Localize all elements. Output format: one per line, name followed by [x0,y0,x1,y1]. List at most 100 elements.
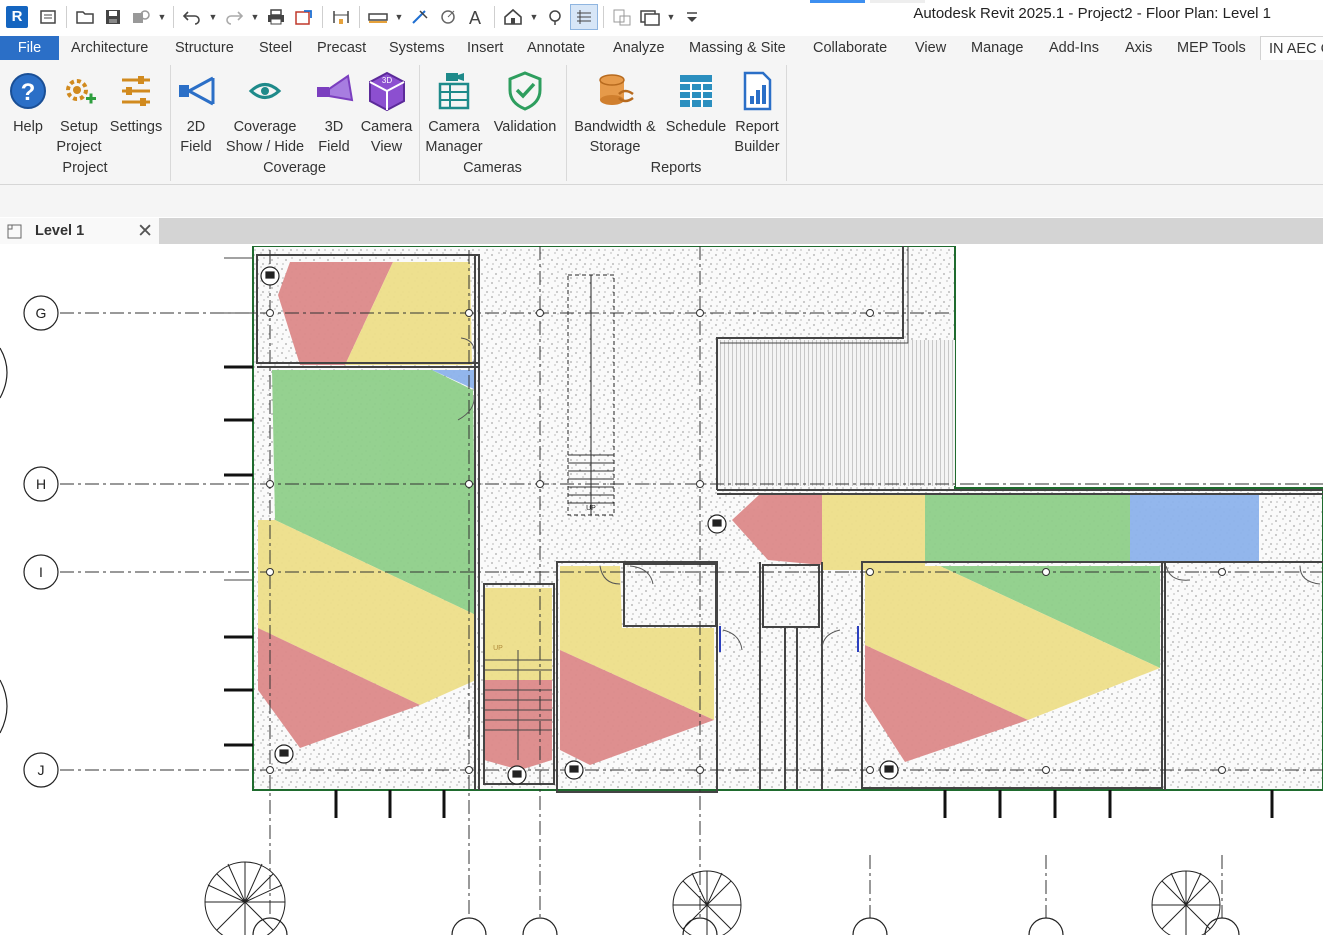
camera-manager-button[interactable]: Camera Manager [423,66,485,157]
tab-massing-site[interactable]: Massing & Site [689,36,786,60]
schedule-icon [680,75,712,107]
shield-check-icon [508,71,542,111]
camera-view-button[interactable]: 3D Camera View [359,66,414,157]
storage-icon [599,74,634,105]
svg-text:I: I [39,564,43,580]
ribbon-panel: ? Help Setup Project Settings Project 2D… [0,60,1323,185]
tab-collaborate[interactable]: Collaborate [813,36,887,60]
print-icon[interactable] [263,5,289,29]
help-button[interactable]: ? Help [5,66,51,137]
sync-dropdown-icon[interactable]: ▼ [156,5,168,29]
report-icon [743,71,772,111]
svg-text:?: ? [21,79,36,106]
svg-text:G: G [36,305,47,321]
svg-text:J: J [38,762,45,778]
view-tab-label: Level 1 [35,223,85,239]
redo-dropdown-icon[interactable]: ▼ [249,5,261,29]
options-bar [0,185,1323,217]
tab-systems[interactable]: Systems [389,36,445,60]
grid-bubble-h[interactable]: H [23,466,59,502]
qat-separator [603,5,604,28]
open-icon[interactable] [72,5,98,29]
drawing-canvas[interactable]: UP UP G H I J [0,245,1323,940]
tab-view[interactable]: View [915,36,946,60]
panel-title-project: Project [62,160,108,176]
schedule-button[interactable]: Schedule [664,66,728,137]
dimension-dropdown-icon[interactable]: ▼ [393,5,405,29]
coverage-zone-green [925,494,1130,562]
panel-title-reports: Reports [650,160,702,176]
coverage-show-hide-button[interactable]: Coverage Show / Hide [220,66,310,157]
setup-project-button[interactable]: Setup Project [54,66,104,157]
undo-dropdown-icon[interactable]: ▼ [207,5,219,29]
floor-plan-icon [7,224,22,239]
revit-logo[interactable]: R [6,5,28,28]
view-tab-level-1[interactable]: Level 1 ✕ [0,218,159,244]
dimension-icon[interactable] [365,5,391,29]
window-title: Autodesk Revit 2025.1 - Project2 - Floor… [913,5,1271,22]
tab-precast[interactable]: Precast [317,36,366,60]
qat-separator [322,5,323,28]
camera-manager-icon [438,73,470,110]
stair-label-up: UP [493,645,503,652]
tab-file[interactable]: File [0,36,59,60]
section-icon[interactable] [542,5,568,29]
title-bar: R ▼ ▼ ▼ ▼ A ▼ ▼ Autodesk Revit 2025.1 - … [0,0,1323,33]
tab-manage[interactable]: Manage [971,36,1023,60]
tab-architecture[interactable]: Architecture [71,36,148,60]
tag-icon[interactable] [407,5,433,29]
home-icon[interactable] [35,5,61,29]
sync-icon[interactable] [128,5,154,29]
bandwidth-storage-button[interactable]: Bandwidth & Storage [569,66,661,157]
3d-field-button[interactable]: 3D Field [312,66,356,157]
settings-button[interactable]: Settings [107,66,165,137]
grid-bubble-i[interactable]: I [23,554,59,590]
svg-text:H: H [36,476,46,492]
camera-view-icon: 3D [368,71,405,112]
grid-bubbles-left-partial [0,347,8,734]
tab-analyze[interactable]: Analyze [613,36,665,60]
svg-text:3D: 3D [381,76,391,85]
coverage-zone-blue [1130,494,1259,562]
tab-mep-tools[interactable]: MEP Tools [1177,36,1246,60]
switch-windows-icon[interactable] [637,5,663,29]
save-icon[interactable] [100,5,126,29]
setup-icon [66,79,96,104]
tab-add-ins[interactable]: Add-Ins [1049,36,1099,60]
switch-windows-dropdown-icon[interactable]: ▼ [665,5,677,29]
tab-insert[interactable]: Insert [467,36,503,60]
2d-field-icon [179,76,215,106]
tab-steel[interactable]: Steel [259,36,292,60]
qat-separator [359,5,360,28]
tab-axis[interactable]: Axis [1125,36,1152,60]
close-icon[interactable]: ✕ [137,220,153,243]
qat-separator [66,5,67,28]
undo-icon[interactable] [179,5,205,29]
quick-access-toolbar: R ▼ ▼ ▼ ▼ A ▼ ▼ [0,0,706,33]
tab-structure[interactable]: Structure [175,36,234,60]
svg-text:A: A [469,8,481,26]
measure-icon[interactable] [328,5,354,29]
angle-icon[interactable] [435,5,461,29]
thin-lines-icon[interactable] [570,3,598,30]
3d-view-dropdown-icon[interactable]: ▼ [528,5,540,29]
help-icon: ? [10,73,46,109]
validation-button[interactable]: Validation [489,66,561,137]
3d-view-icon[interactable] [500,5,526,29]
settings-icon [122,76,150,106]
floor-plan-drawing[interactable]: UP UP G H I J [0,245,1323,940]
redo-icon[interactable] [221,5,247,29]
tab-in-aec[interactable]: IN AEC C [1260,36,1323,61]
customize-icon[interactable] [679,5,705,29]
panel-title-coverage: Coverage [263,160,326,176]
2d-field-button[interactable]: 2D Field [175,66,217,157]
tab-annotate[interactable]: Annotate [527,36,585,60]
text-icon[interactable]: A [463,5,489,29]
export-icon[interactable] [291,5,317,29]
report-builder-button[interactable]: Report Builder [731,66,783,157]
grid-bubble-g[interactable]: G [23,295,59,331]
close-hidden-icon[interactable] [609,5,635,29]
grid-bubble-j[interactable]: J [23,752,59,788]
title-accent-2 [870,0,925,3]
eye-icon [248,83,282,99]
